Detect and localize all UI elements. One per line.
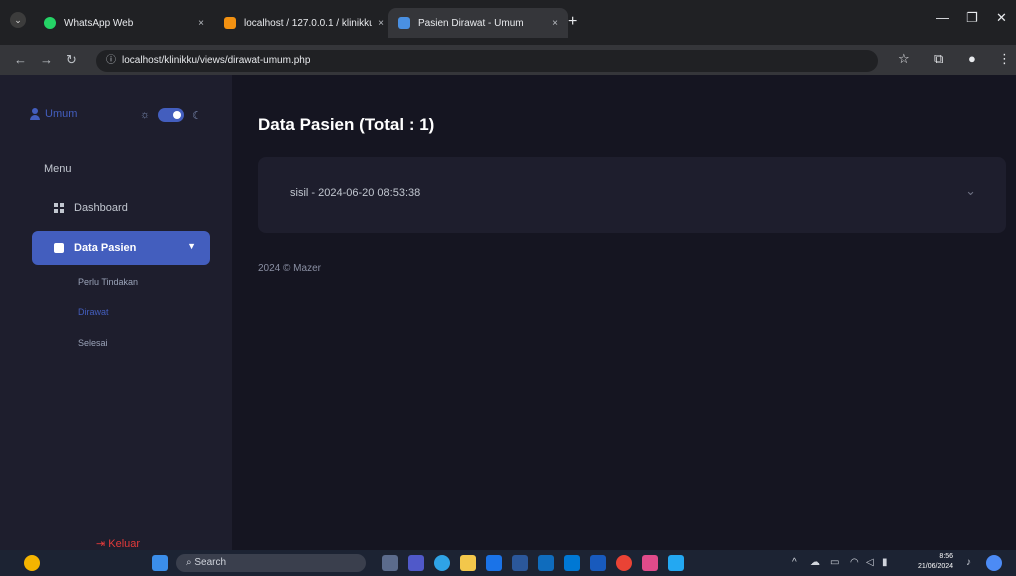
address-toolbar: ← → ↻ ⓘ localhost/klinikku/views/dirawat… [0, 45, 1016, 75]
notification-bell-icon[interactable]: ♪ [966, 557, 971, 568]
theme-toggle-group: ☼ ☾ [140, 108, 202, 122]
battery-icon[interactable]: ▮ [882, 557, 888, 568]
taskbar-search[interactable]: ⌕ Search [176, 554, 366, 572]
reload-icon[interactable]: ↻ [66, 52, 77, 68]
browser-menu-icon[interactable]: ⋮ [998, 51, 1011, 67]
chevron-down-icon: ▼ [187, 241, 196, 251]
user-label: Umum [45, 108, 78, 120]
url-bar[interactable]: ⓘ localhost/klinikku/views/dirawat-umum.… [96, 50, 878, 72]
camera-icon[interactable] [512, 555, 528, 571]
tab-search-icon[interactable]: ⌄ [10, 12, 26, 28]
task-view-icon[interactable] [382, 555, 398, 571]
sidebar-item-data-pasien[interactable]: Data Pasien ▼ [32, 231, 210, 265]
user-badge: Umum [30, 108, 77, 120]
weather-icon[interactable] [24, 555, 40, 571]
patient-accordion-item[interactable]: sisil - 2024-06-20 08:53:38 ⌄ [258, 157, 1006, 233]
page-favicon-icon [398, 17, 410, 29]
close-window-icon[interactable]: ✕ [996, 10, 1007, 26]
moon-icon: ☾ [192, 109, 202, 122]
minimize-icon[interactable]: — [936, 10, 949, 25]
chevron-down-icon[interactable]: ⌄ [965, 183, 976, 199]
url-text: localhost/klinikku/views/dirawat-umum.ph… [122, 55, 311, 66]
os-taskbar: ⌕ Search ^ ☁ ▭ ◠ ◁ ▮ 8:56 21/06/2024 ♪ [0, 550, 1016, 576]
windows-start-icon[interactable] [152, 555, 168, 571]
tab-close-icon[interactable]: × [552, 18, 558, 29]
folder-icon [54, 243, 64, 253]
mail-icon[interactable] [538, 555, 554, 571]
tab-close-icon[interactable]: × [378, 18, 384, 29]
sidebar-item-label: Data Pasien [74, 242, 137, 254]
logout-icon: ⇥ [96, 538, 109, 550]
logout-button[interactable]: ⇥ Keluar [96, 537, 140, 550]
system-clock[interactable]: 8:56 21/06/2024 [918, 552, 953, 572]
outlook-icon[interactable] [564, 555, 580, 571]
sidebar-item-dashboard[interactable]: Dashboard [32, 191, 210, 225]
back-icon[interactable]: ← [14, 52, 27, 67]
app-l-icon[interactable] [486, 555, 502, 571]
logout-label: Keluar [108, 538, 141, 550]
clock-date: 21/06/2024 [918, 563, 954, 570]
vscode-icon[interactable] [668, 555, 684, 571]
sidebar: Umum ☼ ☾ Menu Dashboard Data Pasien ▼ Pe… [0, 75, 232, 550]
onedrive-icon[interactable]: ☁ [810, 557, 820, 568]
menu-title: Menu [44, 163, 72, 175]
extensions-icon[interactable]: ⧉ [934, 51, 943, 67]
submenu-item-selesai[interactable]: Selesai [78, 338, 108, 348]
chrome-icon[interactable] [616, 555, 632, 571]
tab-pasien-dirawat[interactable]: Pasien Dirawat - Umum × [388, 8, 568, 38]
tray-chevron-icon[interactable]: ^ [792, 557, 797, 568]
edge-icon[interactable] [434, 555, 450, 571]
store-icon[interactable] [642, 555, 658, 571]
restore-icon[interactable]: ❐ [966, 10, 978, 26]
new-tab-button[interactable]: + [568, 13, 577, 31]
clock-time: 8:56 [939, 553, 954, 560]
submenu-item-perlu-tindakan[interactable]: Perlu Tindakan [78, 277, 138, 287]
theme-toggle-switch[interactable] [158, 108, 185, 122]
keyboard-icon[interactable]: ▭ [830, 557, 839, 568]
grid-icon [54, 203, 64, 213]
phpmyadmin-favicon-icon [224, 17, 236, 29]
tab-whatsapp[interactable]: WhatsApp Web × [34, 8, 214, 38]
word-icon[interactable] [590, 555, 606, 571]
file-explorer-icon[interactable] [460, 555, 476, 571]
wifi-icon[interactable]: ◠ [850, 557, 859, 568]
whatsapp-favicon-icon [44, 17, 56, 29]
user-icon [30, 108, 40, 120]
search-label: Search [194, 557, 227, 568]
volume-icon[interactable]: ◁ [866, 557, 874, 568]
patient-entry-label: sisil - 2024-06-20 08:53:38 [290, 187, 421, 199]
tab-close-icon[interactable]: × [198, 18, 204, 29]
bookmark-star-icon[interactable]: ☆ [898, 51, 910, 67]
submenu-item-dirawat[interactable]: Dirawat [78, 307, 109, 317]
browser-tab-bar: ⌄ WhatsApp Web × localhost / 127.0.0.1 /… [0, 0, 1016, 45]
copilot-icon[interactable] [986, 555, 1002, 571]
profile-icon[interactable]: ● [968, 51, 976, 66]
teams-icon[interactable] [408, 555, 424, 571]
page-title: Data Pasien (Total : 1) [258, 115, 435, 134]
sun-icon: ☼ [140, 109, 151, 121]
footer-text: 2024 © Mazer [258, 263, 321, 274]
tab-phpmyadmin[interactable]: localhost / 127.0.0.1 / klinikku | × [214, 8, 394, 38]
sidebar-item-label: Dashboard [74, 202, 128, 214]
forward-icon[interactable]: → [40, 52, 53, 67]
site-info-icon[interactable]: ⓘ [106, 50, 116, 72]
main-content: Data Pasien (Total : 1) sisil - 2024-06-… [232, 75, 1016, 550]
